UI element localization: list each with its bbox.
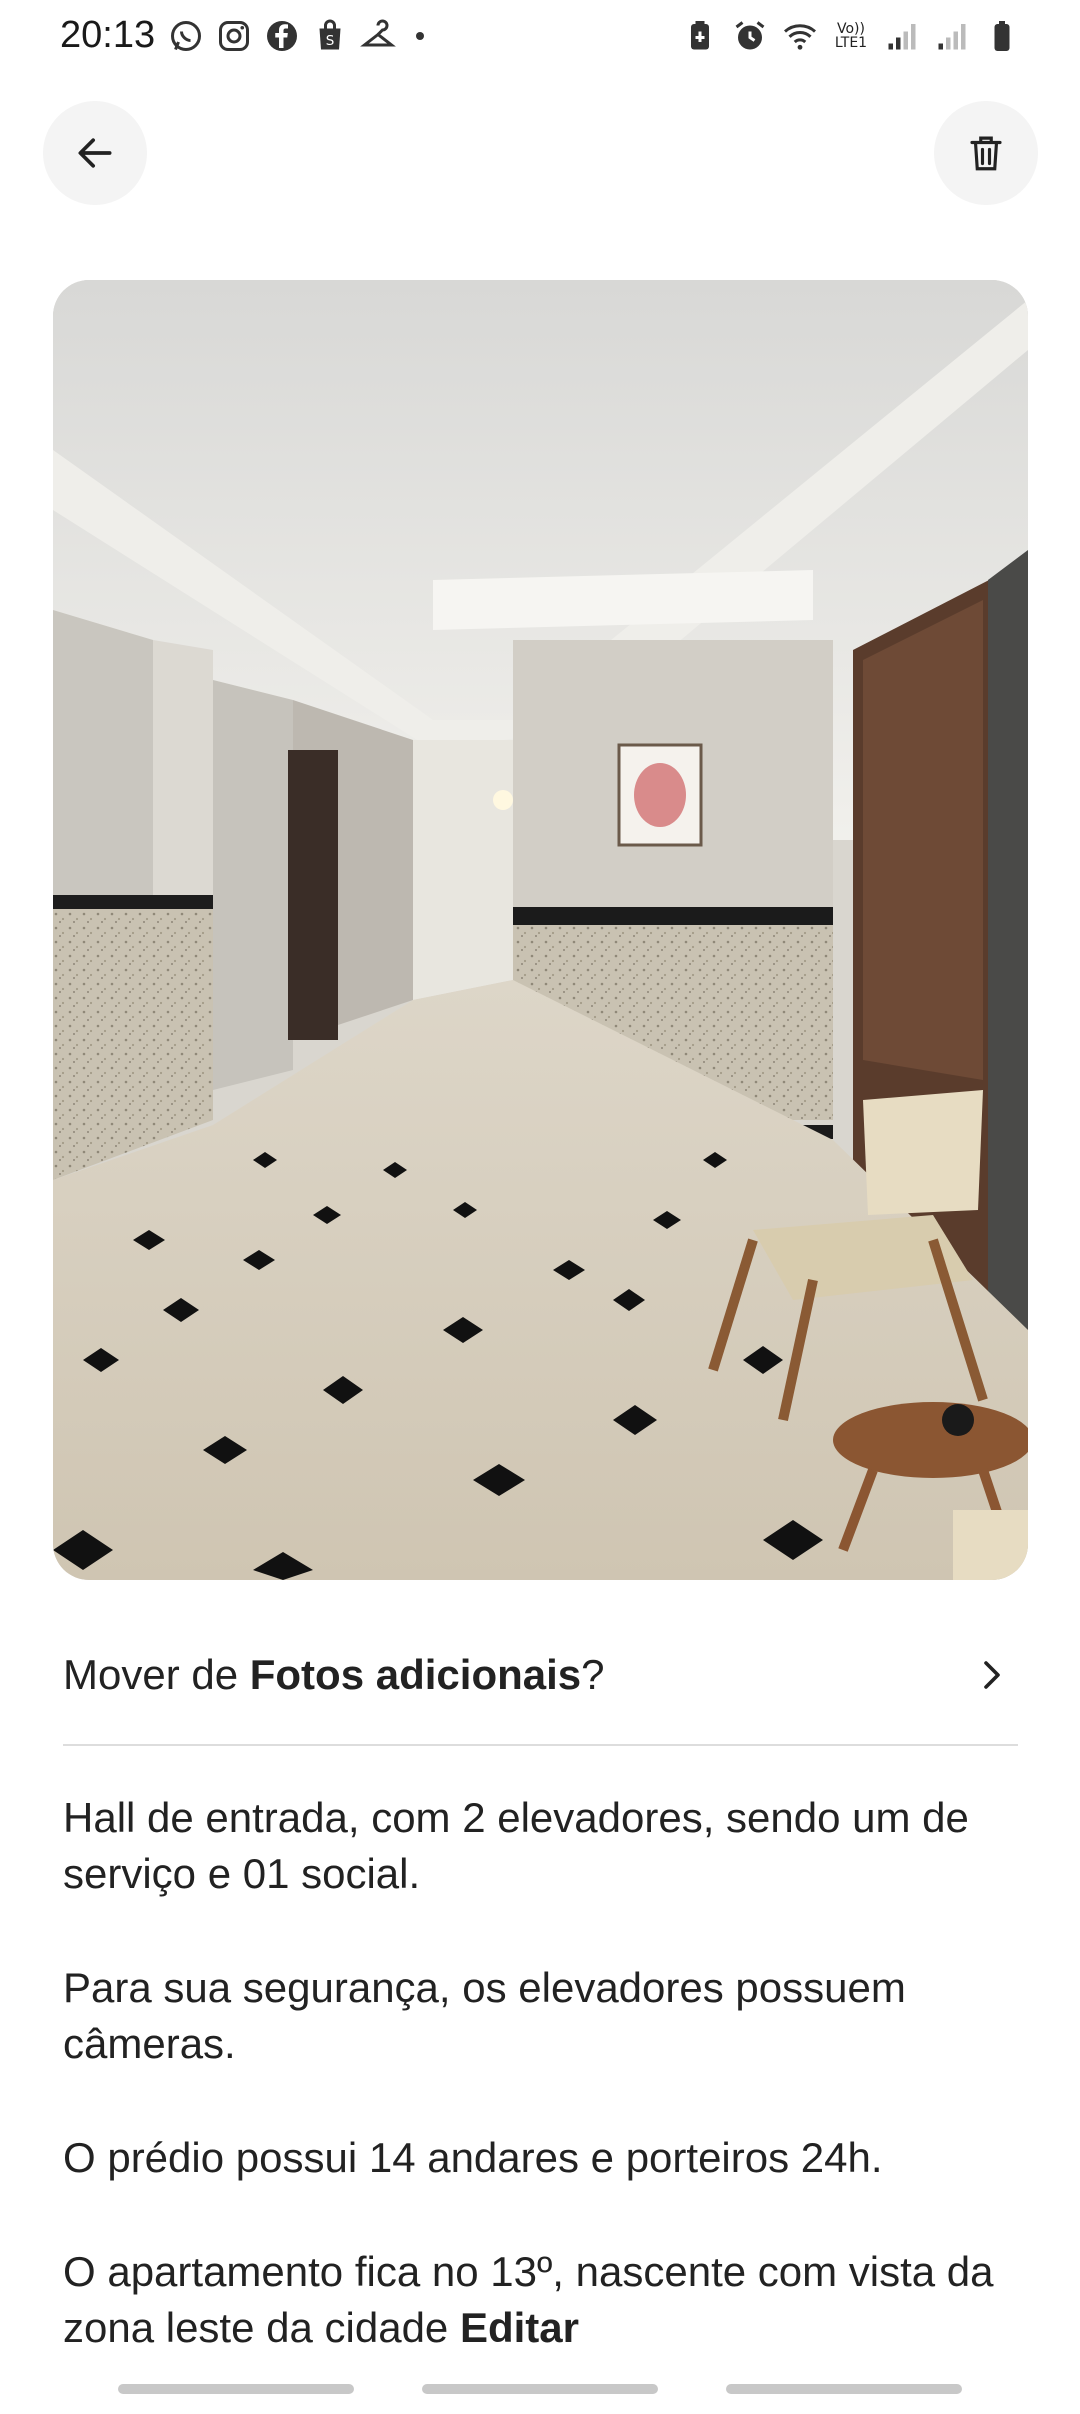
more-notifications-dot <box>416 32 424 40</box>
nav-home-pill[interactable] <box>422 2384 658 2394</box>
caption-paragraph-4: O apartamento fica no 13º, nascente com … <box>63 2244 1023 2356</box>
move-album-row[interactable]: Mover de Fotos adicionais? <box>63 1640 1018 1710</box>
hanger-icon <box>360 19 396 47</box>
caption-paragraph-3: O prédio possui 14 andares e porteiros 2… <box>63 2134 883 2181</box>
alarm-icon <box>735 21 765 50</box>
caption-paragraph-1: Hall de entrada, com 2 elevadores, sendo… <box>63 1794 969 1897</box>
system-icons: Vo)) LTE1 <box>682 18 1020 54</box>
volte-indicator: Vo)) LTE1 <box>834 21 868 51</box>
signal-2-icon <box>938 24 966 50</box>
move-suffix: ? <box>581 1651 605 1698</box>
battery-saver-icon <box>691 21 709 50</box>
notification-icons: S <box>168 18 424 54</box>
back-button[interactable] <box>43 101 147 205</box>
photo-caption: Hall de entrada, com 2 elevadores, sendo… <box>63 1790 1023 2414</box>
svg-text:S: S <box>326 33 335 49</box>
album-name: Fotos adicionais <box>249 1651 582 1698</box>
arrow-left-icon <box>78 138 112 168</box>
nav-back-pill[interactable] <box>726 2384 962 2394</box>
wifi-icon <box>784 24 816 50</box>
battery-icon <box>994 21 1010 51</box>
hall-photo-illustration <box>53 280 1028 1580</box>
status-time: 20:13 <box>60 14 156 56</box>
chevron-right-icon <box>984 1661 1000 1689</box>
system-nav-bar <box>0 2376 1080 2400</box>
listing-photo[interactable] <box>53 280 1028 1580</box>
move-album-text: Mover de Fotos adicionais? <box>63 1651 605 1699</box>
facebook-icon <box>267 21 297 51</box>
divider <box>63 1744 1018 1746</box>
signal-1-icon <box>888 24 916 50</box>
shopping-bag-icon: S <box>319 19 341 50</box>
edit-caption-link[interactable]: Editar <box>460 2304 579 2351</box>
move-prefix: Mover de <box>63 1651 250 1698</box>
delete-button[interactable] <box>934 101 1038 205</box>
whatsapp-icon <box>171 21 201 51</box>
trash-icon <box>970 136 1002 171</box>
caption-paragraph-2: Para sua segurança, os elevadores possue… <box>63 1964 906 2067</box>
status-bar: 20:13 S Vo)) LTE1 <box>0 0 1080 80</box>
instagram-icon <box>219 21 249 51</box>
nav-recent-pill[interactable] <box>118 2384 354 2394</box>
